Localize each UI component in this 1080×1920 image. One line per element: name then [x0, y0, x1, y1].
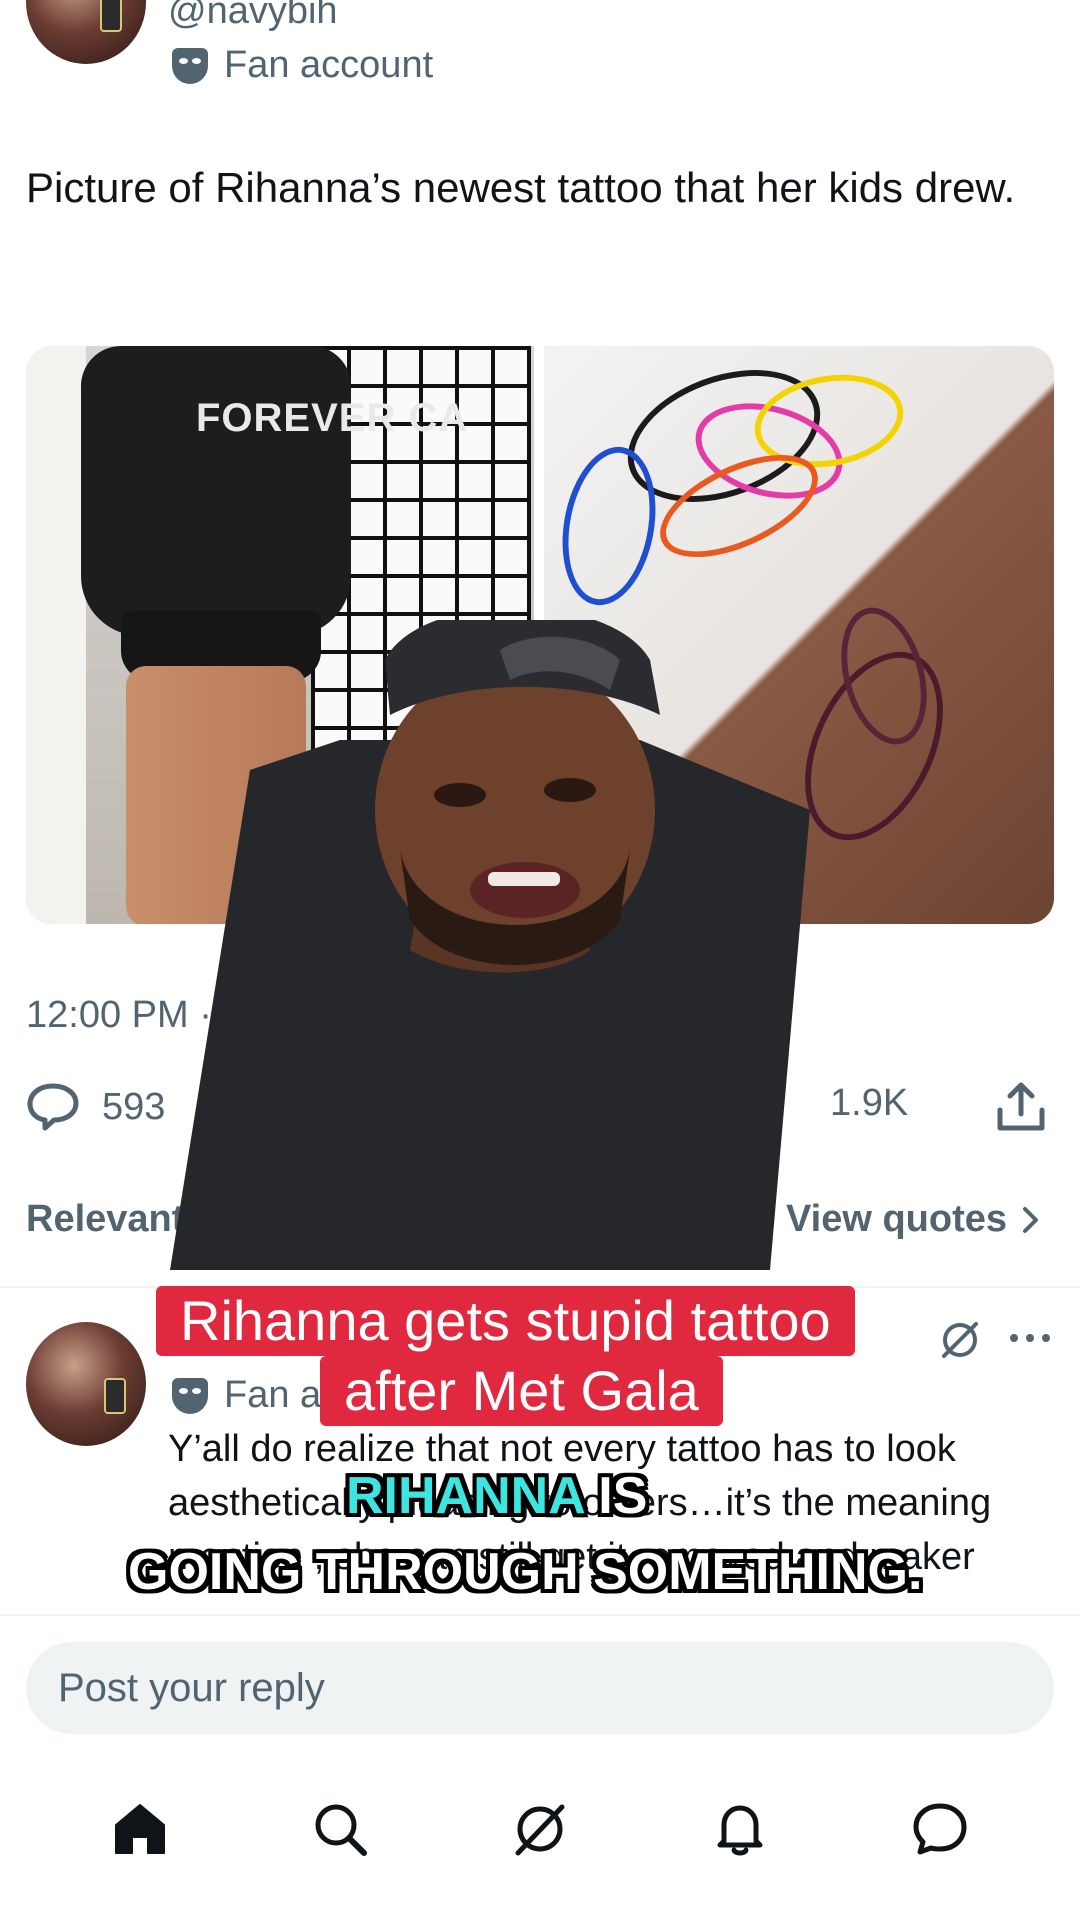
nav-search[interactable]	[295, 1784, 385, 1874]
bell-icon	[717, 1805, 763, 1856]
nav-messages[interactable]	[895, 1784, 985, 1874]
reply-avatar[interactable]	[26, 1322, 146, 1446]
subtitle-line2: GOING THROUGH SOMETHING.	[128, 1543, 923, 1601]
more-options-icon[interactable]	[1008, 1330, 1052, 1346]
parody-mask-icon	[172, 1377, 208, 1414]
reply-action[interactable]: 593	[26, 1082, 165, 1132]
tweet-text: Picture of Rihanna’s newest tattoo that …	[26, 164, 1016, 211]
subtitle-highlight: RIHANNA	[346, 1467, 584, 1525]
subtitle-rest: IS	[583, 1467, 648, 1525]
chevron-right-icon	[1023, 1206, 1039, 1233]
grok-icon	[515, 1804, 565, 1856]
subtitle-line1: RIHANNA IS	[346, 1466, 647, 1526]
reply-fan-badge: Fan a	[172, 1374, 321, 1417]
author-handle[interactable]: @navybih	[168, 0, 338, 33]
fan-account-badge: Fan account	[172, 44, 433, 87]
fan-account-label: Fan account	[224, 44, 434, 86]
search-icon	[315, 1804, 367, 1856]
reply-input[interactable]	[58, 1665, 1054, 1711]
hoodie-print: FOREVER CA	[196, 396, 469, 440]
comment-icon	[27, 1083, 79, 1131]
bottom-nav	[0, 1774, 1080, 1884]
parody-mask-icon	[172, 47, 208, 84]
reply-fan-label: Fan a	[224, 1374, 322, 1416]
author-avatar[interactable]	[26, 0, 146, 64]
nav-grok[interactable]	[495, 1784, 585, 1874]
like-action[interactable]: 1.9K	[830, 1082, 908, 1125]
grok-icon[interactable]	[938, 1318, 982, 1362]
creator-overlay	[170, 620, 810, 1270]
nav-home[interactable]	[95, 1784, 185, 1874]
headline-caption-line1: Rihanna gets stupid tattoo	[156, 1286, 855, 1356]
reply-sort-label[interactable]: Relevant	[26, 1198, 184, 1241]
reply-count: 593	[102, 1085, 166, 1128]
headline-caption-line2: after Met Gala	[320, 1356, 723, 1426]
like-count: 1.9K	[830, 1082, 909, 1124]
reply-composer[interactable]	[26, 1642, 1054, 1734]
messages-icon	[913, 1803, 967, 1855]
divider	[0, 1614, 1080, 1616]
view-quotes-link[interactable]: View quotes	[786, 1198, 1041, 1241]
home-icon	[115, 1804, 165, 1854]
share-icon[interactable]	[994, 1080, 1048, 1134]
nav-notifications[interactable]	[695, 1784, 785, 1874]
view-quotes-label: View quotes	[786, 1198, 1008, 1240]
